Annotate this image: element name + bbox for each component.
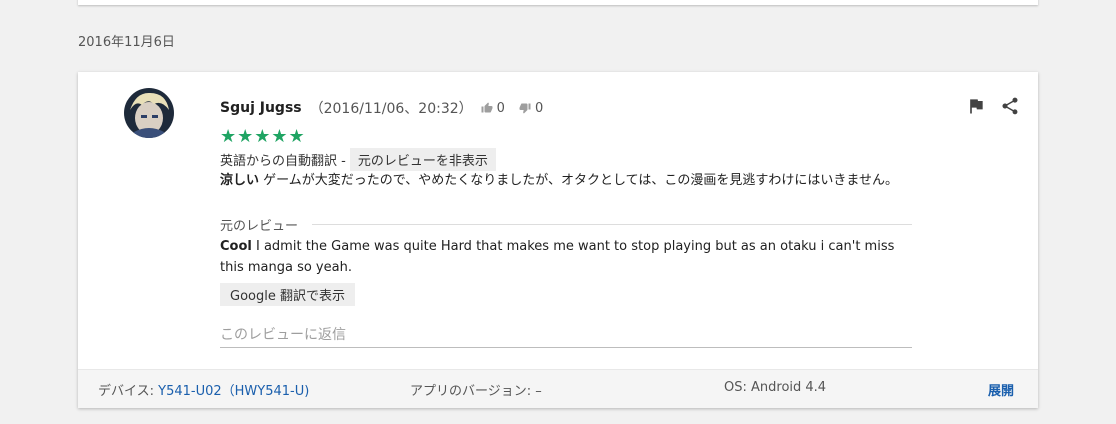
review-header: Sguj Jugss （2016/11/06、20:32） 0 0 (220, 98, 543, 118)
translation-notice: 英語からの自動翻訳 - 元のレビューを非表示 (220, 148, 496, 171)
device-label: デバイス: (98, 384, 159, 399)
thumbs-down-count: 0 (534, 100, 544, 116)
review-card: Sguj Jugss （2016/11/06、20:32） 0 0 ★★★★★ … (78, 72, 1038, 408)
original-review-title: Cool (220, 239, 252, 254)
translated-from-label: 英語からの自動翻訳 - (220, 154, 346, 169)
original-review-text: Cool I admit the Game was quite Hard tha… (220, 236, 910, 278)
app-version: アプリのバージョン: – (410, 384, 542, 399)
date-heading: 2016年11月6日 (78, 35, 175, 50)
card-actions (966, 96, 1020, 116)
thumbs-down-icon (519, 102, 531, 114)
hide-original-button[interactable]: 元のレビューを非表示 (349, 148, 496, 171)
os-version: OS: Android 4.4 (724, 380, 827, 395)
thumbs-up-count: 0 (496, 100, 505, 116)
device-link[interactable]: Y541-U02（HWY541-U) (158, 384, 309, 399)
expand-button[interactable]: 展開 (988, 380, 1014, 399)
share-icon[interactable] (1000, 96, 1020, 116)
original-review-divider: 元のレビュー (220, 215, 912, 234)
reply-input[interactable] (220, 322, 912, 348)
review-timestamp: （2016/11/06、20:32） (309, 101, 473, 117)
avatar (124, 88, 174, 138)
review-footer: デバイス: Y541-U02（HWY541-U) アプリのバージョン: – OS… (78, 369, 1038, 408)
divider-rule (312, 224, 912, 225)
original-review-body: I admit the Game was quite Hard that mak… (220, 239, 895, 275)
previous-review-card (78, 0, 1038, 5)
thumbs-up-icon (481, 102, 493, 114)
translated-review-body: ゲームが大変だったので、やめたくなりましたが、オタクとしては、この漫画を見逃すわ… (263, 173, 898, 188)
star-rating: ★★★★★ (220, 126, 306, 147)
author-name[interactable]: Sguj Jugss (220, 100, 302, 116)
thumbs-down-button[interactable]: 0 (519, 101, 543, 116)
thumbs-up-button[interactable]: 0 (481, 101, 505, 116)
translated-review-text: 涼しい ゲームが大変だったので、やめたくなりましたが、オタクとしては、この漫画を… (220, 170, 920, 191)
flag-icon[interactable] (966, 96, 986, 116)
original-review-label: 元のレビュー (220, 219, 299, 234)
google-translate-button[interactable]: Google 翻訳で表示 (220, 283, 355, 306)
device-info: デバイス: Y541-U02（HWY541-U) (98, 380, 309, 399)
translated-review-title: 涼しい (220, 173, 260, 188)
